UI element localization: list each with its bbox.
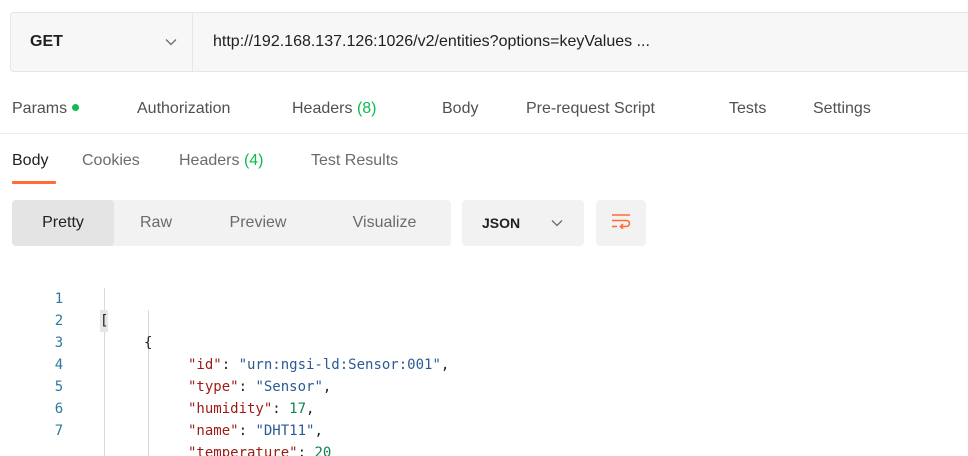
view-mode-group: Pretty Raw Preview Visualize	[12, 200, 451, 246]
json-key: "name"	[188, 423, 239, 439]
tab-headers[interactable]: Headers (8)	[292, 100, 377, 118]
format-label: JSON	[482, 215, 521, 231]
chevron-down-icon	[548, 214, 566, 232]
code-line: 4 "type": "Sensor",	[0, 332, 968, 395]
tab-response-body[interactable]: Body	[12, 152, 48, 170]
tab-params-label: Params	[12, 100, 68, 117]
headers-count: (8)	[356, 100, 377, 117]
json-key: "temperature"	[188, 445, 298, 456]
format-select[interactable]: JSON	[462, 200, 584, 246]
json-comma: ,	[314, 423, 323, 439]
tab-response-headers-label: Headers	[179, 152, 240, 169]
wrap-lines-button[interactable]	[596, 200, 646, 246]
code-line: 3 "id": "urn:ngsi-ld:Sensor:001",	[0, 310, 968, 373]
raw-button[interactable]: Raw	[114, 200, 198, 246]
json-value: "DHT11"	[255, 423, 315, 439]
tab-cookies[interactable]: Cookies	[82, 152, 140, 170]
code-line: 5 "humidity": 17,	[0, 354, 968, 417]
method-label: GET	[30, 33, 63, 50]
params-active-dot	[72, 104, 80, 111]
response-tabs: Body Cookies Headers (4) Test Results	[0, 150, 968, 186]
response-body-code[interactable]: 1 [ 2 { 3 "id": "urn:ngsi-ld:Sensor:001"…	[0, 266, 968, 456]
pretty-button[interactable]: Pretty	[12, 200, 114, 246]
code-line: 7 "temperature": 20	[0, 398, 968, 456]
tab-settings[interactable]: Settings	[813, 100, 871, 118]
tab-response-headers[interactable]: Headers (4)	[179, 152, 264, 170]
request-tabs: Params Authorization Headers (8) Body Pr…	[0, 94, 968, 134]
wrap-lines-icon	[611, 213, 631, 234]
url-input[interactable]: http://192.168.137.126:1026/v2/entities?…	[193, 13, 968, 71]
tab-tests[interactable]: Tests	[729, 100, 766, 118]
tab-pre-request-script[interactable]: Pre-request Script	[526, 100, 655, 118]
tab-body[interactable]: Body	[442, 100, 478, 118]
visualize-button[interactable]: Visualize	[318, 200, 451, 246]
json-value: 20	[314, 445, 332, 456]
response-headers-count: (4)	[243, 152, 264, 169]
request-url-bar: GET http://192.168.137.126:1026/v2/entit…	[10, 12, 968, 72]
json-colon: :	[238, 423, 256, 439]
preview-button[interactable]: Preview	[198, 200, 318, 246]
tab-params[interactable]: Params	[12, 100, 80, 118]
active-tab-underline	[12, 181, 56, 184]
code-line: 6 "name": "DHT11",	[0, 376, 968, 439]
code-line: 2 {	[0, 288, 968, 351]
tab-authorization[interactable]: Authorization	[137, 100, 230, 118]
tab-headers-label: Headers	[292, 100, 353, 117]
json-colon: :	[297, 445, 315, 456]
line-number: 7	[54, 423, 64, 439]
tab-test-results[interactable]: Test Results	[311, 152, 398, 170]
method-select[interactable]: GET	[11, 13, 193, 71]
chevron-down-icon	[162, 33, 180, 51]
code-line: 1 [	[0, 266, 968, 332]
